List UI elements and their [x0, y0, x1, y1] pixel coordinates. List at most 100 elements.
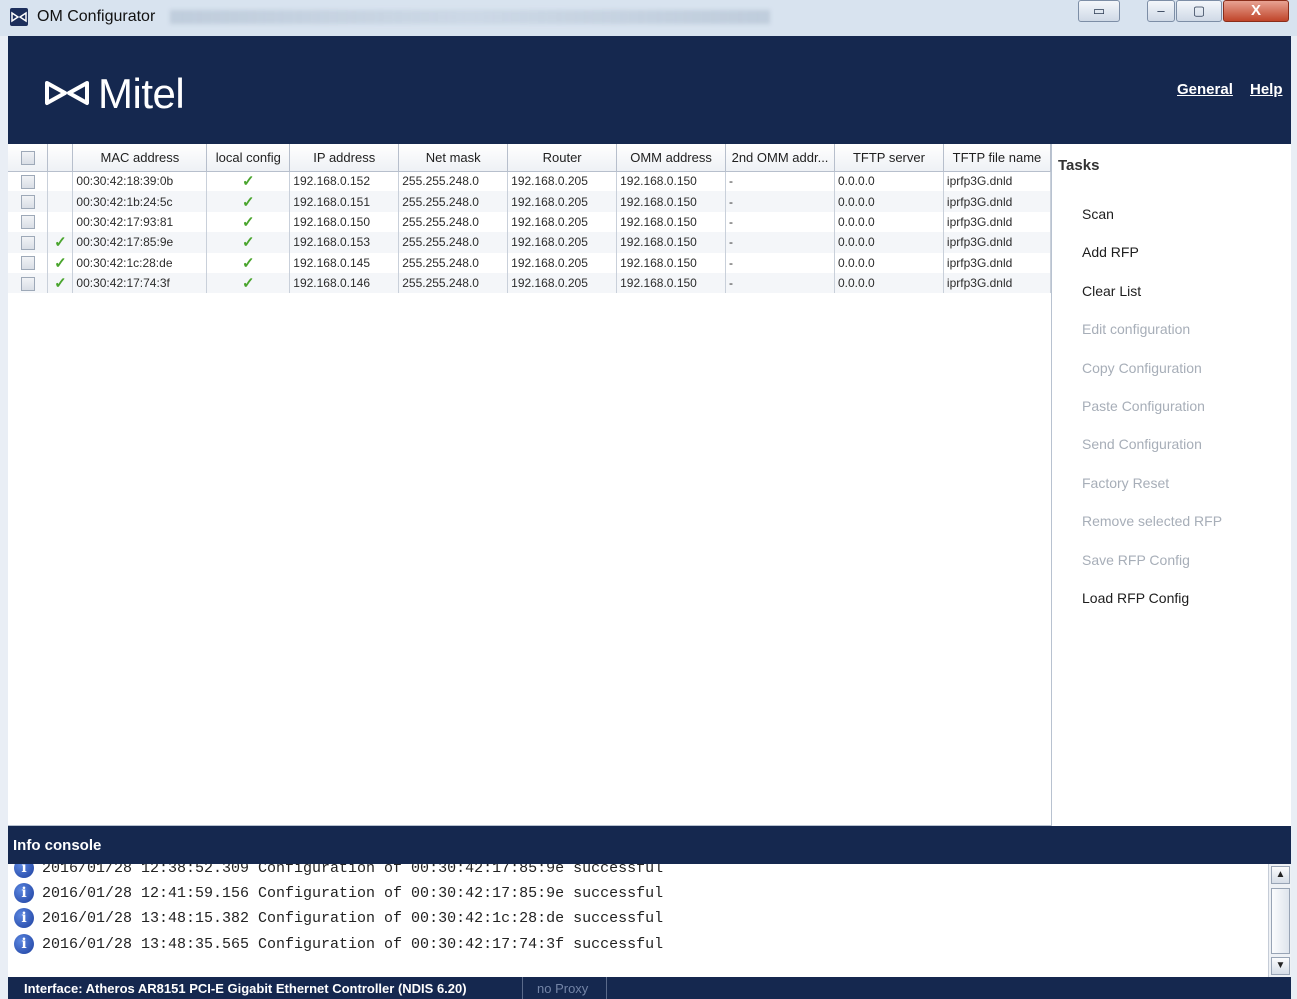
task-load-rfp-config[interactable]: Load RFP Config	[1082, 590, 1189, 606]
status-proxy: no Proxy	[537, 981, 589, 996]
cell-net-mask: 255.255.248.0	[398, 191, 509, 212]
restore-layout-button[interactable]: ▭	[1078, 0, 1120, 22]
log-line: i 2016/01/28 13:48:15.382 Configuration o…	[14, 908, 663, 930]
select-all-checkbox[interactable]	[20, 151, 35, 166]
task-clear-list[interactable]: Clear List	[1082, 283, 1141, 299]
close-button[interactable]: X	[1223, 0, 1289, 22]
header-router[interactable]: Router	[507, 144, 618, 172]
table-row[interactable]: ✓ 00:30:42:1c:28:de ✓ 192.168.0.145 255.255.…	[8, 252, 1052, 273]
cell-router: 192.168.0.205	[507, 211, 618, 233]
info-console-log[interactable]: i 2016/01/28 12:38:52.309 Configuration o…	[8, 864, 1268, 977]
table-row[interactable]: ✓ 00:30:42:17:85:9e ✓ 192.168.0.153 255.255.…	[8, 232, 1052, 253]
cell-tftp-file: iprfp3G.dnld	[943, 211, 1052, 233]
cell-tftp-server: 0.0.0.0	[834, 252, 944, 273]
header-tftp-server[interactable]: TFTP server	[834, 144, 944, 172]
header-mac[interactable]: MAC address	[72, 144, 208, 172]
log-line: i 2016/01/28 12:38:52.309 Configuration o…	[14, 864, 663, 880]
console-scrollbar[interactable]: ▲ ▼	[1268, 864, 1291, 977]
header-select-all[interactable]	[8, 144, 49, 172]
task-paste-configuration[interactable]: Paste Configuration	[1082, 398, 1205, 414]
cell-mac: 00:30:42:1c:28:de	[72, 252, 208, 273]
header-local-config[interactable]: local config	[206, 144, 291, 172]
cell-router: 192.168.0.205	[507, 171, 618, 192]
header-omm2[interactable]: 2nd OMM addr...	[725, 144, 835, 172]
app-icon	[10, 8, 28, 26]
task-scan[interactable]: Scan	[1082, 206, 1114, 222]
header-net-mask[interactable]: Net mask	[398, 144, 509, 172]
task-send-configuration[interactable]: Send Configuration	[1082, 436, 1202, 452]
mitel-logo-icon	[44, 80, 90, 111]
row-select-cell[interactable]	[8, 232, 49, 253]
cell-ip: 192.168.0.151	[289, 191, 400, 212]
table-row[interactable]: 00:30:42:1b:24:5c ✓ 192.168.0.151 255.255.2…	[8, 191, 1052, 212]
cell-tftp-file: iprfp3G.dnld	[943, 252, 1052, 273]
cell-mac: 00:30:42:1b:24:5c	[72, 191, 208, 212]
local-config-check-icon: ✓	[206, 211, 291, 233]
row-select-checkbox[interactable]	[20, 256, 35, 271]
cell-ip: 192.168.0.145	[289, 252, 400, 273]
restore-layout-icon: ▭	[1092, 3, 1106, 18]
info-icon: i	[14, 908, 34, 928]
task-copy-configuration[interactable]: Copy Configuration	[1082, 360, 1202, 376]
log-line: i 2016/01/28 12:41:59.156 Configuration o…	[14, 883, 663, 905]
cell-tftp-file: iprfp3G.dnld	[943, 232, 1052, 253]
row-select-checkbox[interactable]	[20, 174, 35, 189]
maximize-button[interactable]: ▢	[1176, 0, 1222, 22]
app-window: OM Configurator ▭ – ▢ X Mitel General He…	[0, 0, 1297, 999]
table-row[interactable]: ✓ 00:30:42:17:74:3f ✓ 192.168.0.146 255.255.…	[8, 272, 1052, 294]
row-select-cell[interactable]	[8, 272, 49, 294]
info-icon: i	[14, 864, 34, 878]
rfp-table-area: MAC address local config IP address Net …	[8, 144, 1052, 826]
configured-check-icon	[47, 191, 74, 212]
row-select-checkbox[interactable]	[20, 195, 35, 209]
task-remove-selected-rfp[interactable]: Remove selected RFP	[1082, 513, 1222, 529]
help-link[interactable]: Help	[1250, 81, 1283, 98]
scroll-up-icon[interactable]: ▲	[1271, 866, 1290, 884]
task-edit-configuration[interactable]: Edit configuration	[1082, 321, 1190, 337]
general-link[interactable]: General	[1177, 81, 1233, 98]
cell-mac: 00:30:42:17:93:81	[72, 211, 208, 233]
header-ip[interactable]: IP address	[289, 144, 400, 172]
cell-tftp-file: iprfp3G.dnld	[943, 272, 1052, 294]
cell-omm2: -	[725, 211, 835, 233]
row-select-cell[interactable]	[8, 191, 49, 212]
table-row[interactable]: 00:30:42:17:93:81 ✓ 192.168.0.150 255.255.2…	[8, 211, 1052, 233]
header-tftp-file[interactable]: TFTP file name	[943, 144, 1052, 172]
configured-check-icon: ✓	[47, 252, 74, 273]
tasks-title: Tasks	[1058, 157, 1100, 174]
title-bar: OM Configurator ▭ – ▢ X	[0, 0, 1297, 36]
header-omm[interactable]: OMM address	[616, 144, 727, 172]
table-header-row: MAC address local config IP address Net …	[8, 144, 1052, 172]
row-select-checkbox[interactable]	[20, 276, 35, 291]
cell-omm2: -	[725, 191, 835, 212]
local-config-check-icon: ✓	[206, 191, 291, 212]
status-bar: Interface: Atheros AR8151 PCI-E Gigabit …	[8, 977, 1291, 999]
cell-tftp-server: 0.0.0.0	[834, 191, 944, 212]
task-factory-reset[interactable]: Factory Reset	[1082, 475, 1169, 491]
log-line: i 2016/01/28 13:48:35.565 Configuration o…	[14, 934, 663, 956]
row-select-cell[interactable]	[8, 252, 49, 273]
cell-router: 192.168.0.205	[507, 272, 618, 294]
cell-omm: 192.168.0.150	[616, 171, 727, 192]
close-icon: X	[1250, 2, 1261, 19]
window-title: OM Configurator	[37, 8, 156, 25]
row-select-cell[interactable]	[8, 171, 49, 192]
row-select-cell[interactable]	[8, 211, 49, 233]
logo-text: Mitel	[98, 70, 185, 117]
table-row[interactable]: 00:30:42:18:39:0b ✓ 192.168.0.152 255.255.2…	[8, 171, 1052, 192]
cell-net-mask: 255.255.248.0	[398, 211, 509, 233]
status-divider	[606, 977, 607, 999]
minimize-button[interactable]: –	[1147, 0, 1175, 22]
cell-omm: 192.168.0.150	[616, 191, 727, 212]
cell-tftp-server: 0.0.0.0	[834, 211, 944, 233]
info-console-title: Info console	[13, 837, 102, 854]
cell-net-mask: 255.255.248.0	[398, 252, 509, 273]
task-add-rfp[interactable]: Add RFP	[1082, 244, 1139, 260]
row-select-checkbox[interactable]	[20, 235, 35, 250]
row-select-checkbox[interactable]	[20, 215, 35, 230]
scroll-down-icon[interactable]: ▼	[1271, 957, 1290, 975]
info-console-header: Info console	[8, 826, 1291, 864]
task-save-rfp-config[interactable]: Save RFP Config	[1082, 552, 1190, 568]
cell-mac: 00:30:42:18:39:0b	[72, 171, 208, 192]
scroll-thumb[interactable]	[1271, 888, 1290, 954]
